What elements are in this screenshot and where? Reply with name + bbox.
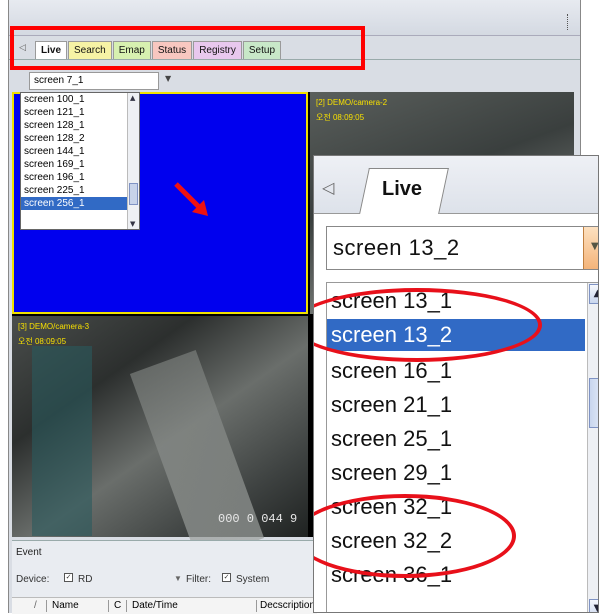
filter-label: Filter: — [186, 574, 211, 585]
screen-select[interactable]: screen 7_1 — [29, 72, 159, 90]
list-item-selected[interactable]: screen 256_1 — [21, 197, 139, 210]
app-root: ◁ Live Search Emap Status Registry Setup… — [0, 0, 599, 614]
column-divider[interactable] — [126, 600, 127, 612]
event-filter-row: Device: ✓ RD ▼ Filter: ✓ System — [16, 571, 316, 589]
grip-icon[interactable] — [567, 14, 570, 30]
event-panel-title: Event — [16, 547, 42, 558]
zoom-dropdown-button[interactable]: ▼ — [583, 227, 599, 269]
list-item[interactable]: screen 169_1 — [21, 158, 139, 171]
list-item[interactable]: screen 196_1 — [21, 171, 139, 184]
scroll-down-icon[interactable]: ▼ — [130, 220, 135, 228]
camera-counter: 000 0 044 9 — [218, 512, 298, 526]
column-divider[interactable] — [256, 600, 257, 612]
camera-label: [3] DEMO/camera-3 — [18, 322, 90, 331]
screen-dropdown-list[interactable]: screen 100_1 screen 121_1 screen 128_1 s… — [20, 92, 140, 230]
zoom-inset: ◁ Live screen 13_2 ▼ screen 13_1 screen … — [313, 155, 599, 613]
device-value: RD — [78, 574, 93, 585]
filter-value: System — [236, 574, 270, 585]
list-item[interactable]: screen 25_1 — [331, 423, 581, 455]
scroll-thumb[interactable] — [589, 378, 598, 428]
video-scene-building — [32, 346, 92, 536]
list-item[interactable]: screen 128_1 — [21, 119, 139, 132]
camera-label: [2] DEMO/camera-2 — [316, 98, 388, 107]
event-panel: Event Device: ✓ RD ▼ Filter: ✓ System / … — [12, 540, 317, 614]
video-cell-camera-3[interactable]: [3] DEMO/camera-3 오전 08:09:05 000 0 044 … — [12, 316, 308, 562]
list-item[interactable]: screen 121_1 — [21, 106, 139, 119]
video-scene-road — [129, 350, 265, 562]
column-header-datetime[interactable]: Date/Time — [132, 600, 178, 611]
sort-icon[interactable]: / — [34, 600, 37, 611]
zoom-tab-live[interactable]: Live — [382, 178, 422, 201]
chevron-down-icon[interactable]: ▼ — [165, 74, 171, 83]
list-item[interactable]: screen 21_1 — [331, 389, 581, 421]
device-label: Device: — [16, 574, 50, 585]
filter-checkbox[interactable]: ✓ — [222, 573, 231, 582]
chevron-down-icon: ▼ — [591, 241, 599, 252]
scroll-up-icon[interactable]: ▲ — [589, 284, 598, 304]
list-item[interactable]: screen 144_1 — [21, 145, 139, 158]
column-header-name[interactable]: Name — [52, 600, 79, 611]
camera-time: 오전 08:09:05 — [18, 337, 67, 346]
zoom-tab-bar: ◁ Live — [314, 156, 598, 214]
list-item[interactable]: screen 225_1 — [21, 184, 139, 197]
red-arrow-icon — [174, 182, 208, 216]
camera-time: 오전 08:09:05 — [316, 113, 365, 122]
device-checkbox[interactable]: ✓ — [64, 573, 73, 582]
event-table-header: / Name C Date/Time Decscription — [12, 597, 317, 614]
tab-highlight-box — [10, 26, 365, 70]
list-item[interactable]: screen 29_1 — [331, 457, 581, 489]
zoom-screen-select-value: screen 13_2 — [333, 235, 460, 260]
list-item[interactable]: screen 100_1 — [21, 93, 139, 106]
column-divider[interactable] — [46, 600, 47, 612]
zoom-list-scrollbar[interactable]: ▲ ▼ — [587, 283, 598, 612]
column-header-description[interactable]: Decscription — [260, 600, 315, 611]
filter-dropdown-icon[interactable]: ▼ — [174, 574, 182, 583]
column-divider[interactable] — [108, 600, 109, 612]
column-header-c[interactable]: C — [114, 600, 121, 611]
tab-scroll-left-icon[interactable]: ◁ — [322, 178, 334, 197]
scroll-thumb[interactable] — [129, 183, 138, 205]
scroll-down-icon[interactable]: ▼ — [589, 599, 598, 612]
zoom-screen-select[interactable]: screen 13_2 ▼ — [326, 226, 599, 270]
list-item[interactable]: screen 128_2 — [21, 132, 139, 145]
scroll-up-icon[interactable]: ▲ — [130, 94, 135, 102]
list-scrollbar[interactable]: ▲ ▼ — [127, 93, 139, 229]
screen-select-value: screen 7_1 — [34, 75, 84, 86]
